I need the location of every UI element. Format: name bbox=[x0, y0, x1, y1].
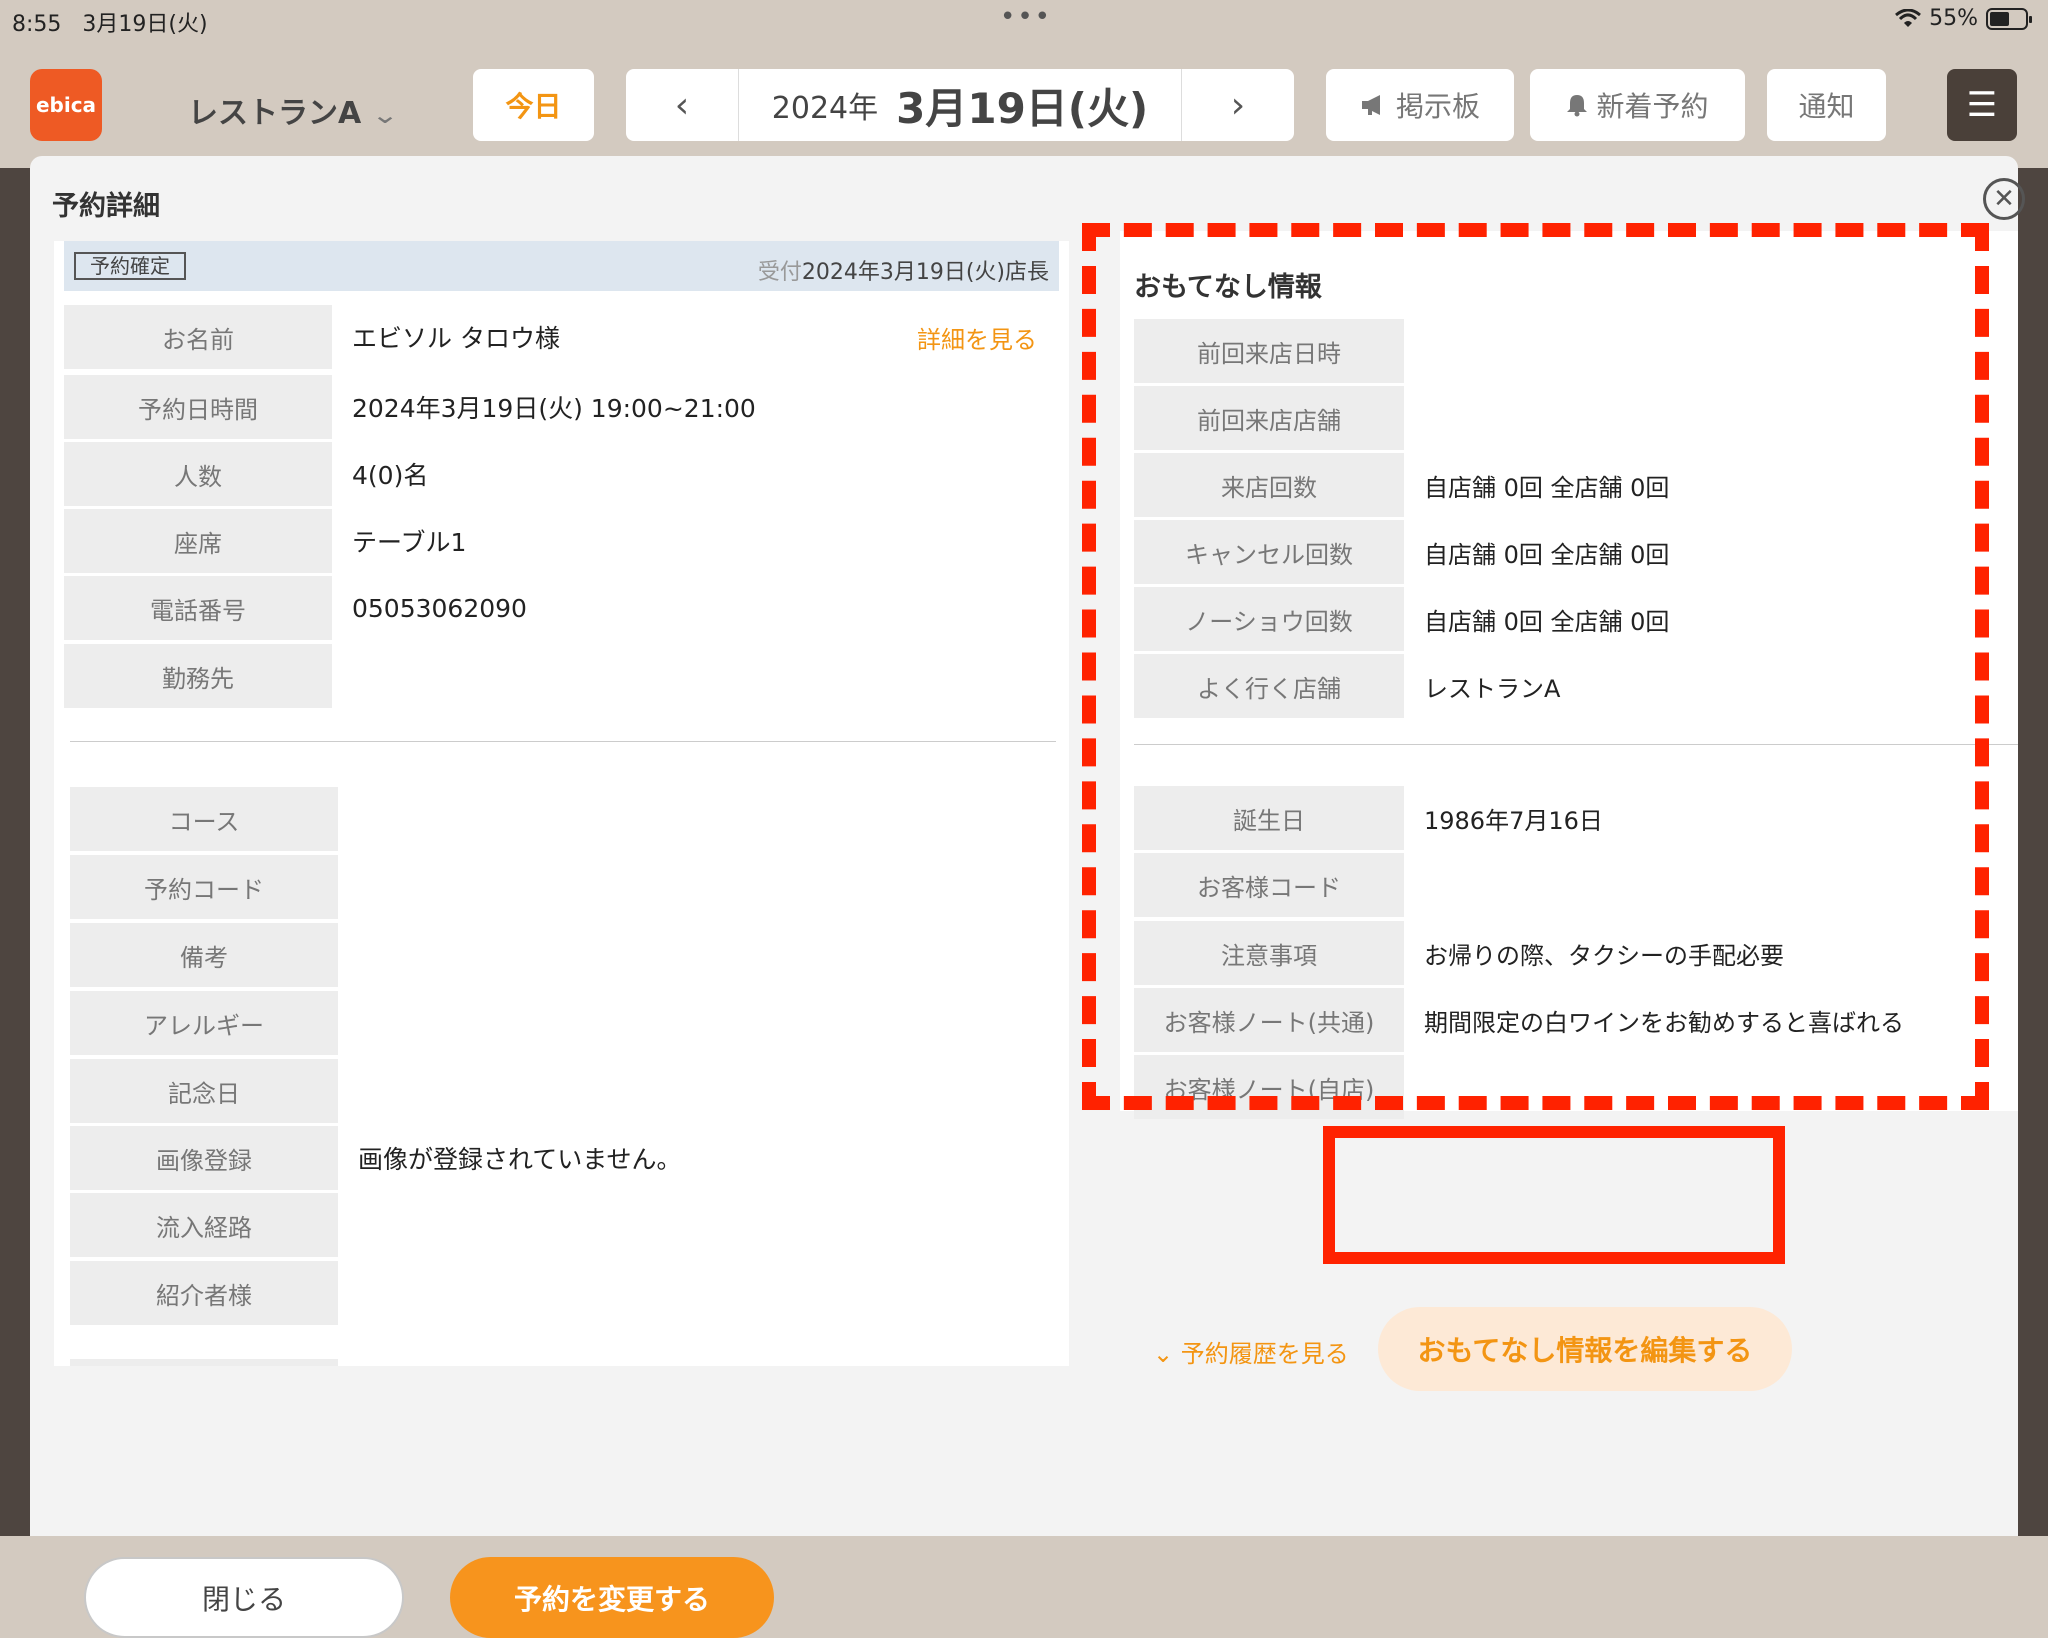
bell-icon bbox=[1567, 95, 1588, 117]
status-badge: 予約確定 bbox=[74, 252, 186, 280]
row-label: お名前 bbox=[64, 305, 332, 369]
change-reservation-button[interactable]: 予約を変更する bbox=[450, 1557, 774, 1638]
date-navigator: ‹ 2024年 3月19日(火) › bbox=[626, 69, 1294, 141]
date-year: 2024年 bbox=[771, 91, 879, 126]
row-image: 画像登録 画像が登録されていません。 bbox=[70, 1126, 1059, 1190]
annotation-solid-highlight bbox=[1323, 1126, 1785, 1264]
chevron-down-icon: ⌄ bbox=[1153, 1340, 1181, 1368]
row-label: 人数 bbox=[64, 442, 332, 506]
row-notes: 備考 bbox=[70, 923, 1059, 987]
current-date[interactable]: 2024年 3月19日(火) bbox=[739, 69, 1181, 141]
background-right bbox=[2018, 168, 2048, 1536]
edit-omotenashi-button[interactable]: おもてなし情報を編集する bbox=[1378, 1307, 1792, 1391]
chevron-right-icon: › bbox=[1230, 84, 1246, 126]
background-left bbox=[0, 168, 30, 1536]
megaphone-icon bbox=[1361, 95, 1380, 115]
reservation-info-panel: 予約確定 受付2024年3月19日(火)店長 お名前 エビソル タロウ様 詳細を… bbox=[54, 241, 1069, 1366]
notifications-button[interactable]: 通知 bbox=[1767, 69, 1886, 141]
row-name: お名前 エビソル タロウ様 詳細を見る bbox=[64, 305, 1059, 369]
ebica-logo[interactable]: ebica bbox=[30, 69, 102, 141]
row-value: 画像が登録されていません。 bbox=[358, 1145, 682, 1174]
status-time: 8:55 3月19日(火) bbox=[12, 12, 208, 37]
battery-icon bbox=[1986, 7, 2032, 30]
notice-board-button[interactable]: 掲示板 bbox=[1326, 69, 1514, 141]
next-day-button[interactable]: › bbox=[1181, 69, 1294, 141]
row-label: 備考 bbox=[70, 923, 338, 987]
prev-day-button[interactable]: ‹ bbox=[626, 69, 739, 141]
chevron-down-icon: ⌄ bbox=[371, 101, 400, 129]
close-icon[interactable]: ✕ bbox=[1983, 178, 2025, 220]
status-right: 55% bbox=[1895, 6, 2032, 31]
row-label: 画像登録 bbox=[70, 1126, 338, 1190]
annotation-dashed-highlight bbox=[1082, 223, 1989, 1110]
row-value: 2024年3月19日(火) 19:00~21:00 bbox=[352, 394, 756, 423]
wifi-icon bbox=[1895, 8, 1922, 27]
multitask-dots[interactable]: ••• bbox=[1000, 2, 1052, 32]
row-label: 電話番号 bbox=[64, 576, 332, 640]
row-course: コース bbox=[70, 787, 1059, 851]
row-label: 予約コード bbox=[70, 855, 338, 919]
row-label: 記念日 bbox=[70, 1059, 338, 1123]
row-datetime: 予約日時間 2024年3月19日(火) 19:00~21:00 bbox=[64, 375, 1059, 439]
row-reservation-code: 予約コード bbox=[70, 855, 1059, 919]
received-info: 受付2024年3月19日(火)店長 bbox=[757, 260, 1049, 285]
reservation-history-link[interactable]: ⌄ 予約履歴を見る bbox=[1153, 1334, 1349, 1369]
battery-level bbox=[1990, 11, 2009, 26]
row-workplace: 勤務先 bbox=[64, 644, 1059, 708]
chevron-left-icon: ‹ bbox=[674, 84, 690, 126]
row-seat: 座席 テーブル1 bbox=[64, 509, 1059, 573]
today-button[interactable]: 今日 bbox=[473, 69, 594, 141]
row-label: 予約日時間 bbox=[64, 375, 332, 439]
store-selector[interactable]: レストランA ⌄ bbox=[188, 88, 399, 132]
new-reservations-button[interactable]: 新着予約 bbox=[1530, 69, 1745, 141]
status-bar: 8:55 3月19日(火) ••• 55% bbox=[0, 0, 2048, 40]
row-value: 05053062090 bbox=[352, 593, 527, 623]
row-value: テーブル1 bbox=[352, 528, 467, 557]
row-label: 勤務先 bbox=[64, 644, 332, 708]
row-referrer: 紹介者様 bbox=[70, 1261, 1059, 1325]
row-phone: 電話番号 05053062090 bbox=[64, 576, 1059, 640]
row-party-size: 人数 4(0)名 bbox=[64, 442, 1059, 506]
row-label: 紹介者様 bbox=[70, 1261, 338, 1325]
next-row-edge bbox=[70, 1359, 338, 1366]
section-divider bbox=[70, 741, 1056, 742]
view-detail-link[interactable]: 詳細を見る bbox=[917, 305, 1037, 369]
store-name: レストランA bbox=[188, 96, 362, 131]
row-value: エビソル タロウ様 bbox=[352, 324, 560, 353]
row-label: アレルギー bbox=[70, 991, 338, 1055]
row-anniversary: 記念日 bbox=[70, 1059, 1059, 1123]
row-label: 座席 bbox=[64, 509, 332, 573]
row-label: コース bbox=[70, 787, 338, 851]
row-label: 流入経路 bbox=[70, 1193, 338, 1257]
date-main: 3月19日(火) bbox=[896, 83, 1149, 133]
status-row: 予約確定 受付2024年3月19日(火)店長 bbox=[64, 241, 1059, 291]
hamburger-menu-icon[interactable]: ☰ bbox=[1947, 69, 2017, 141]
close-button[interactable]: 閉じる bbox=[84, 1557, 404, 1638]
battery-percent: 55% bbox=[1929, 6, 1978, 31]
row-allergy: アレルギー bbox=[70, 991, 1059, 1055]
row-value: 4(0)名 bbox=[352, 461, 429, 490]
modal-title: 予約詳細 bbox=[52, 191, 160, 222]
row-inflow: 流入経路 bbox=[70, 1193, 1059, 1257]
